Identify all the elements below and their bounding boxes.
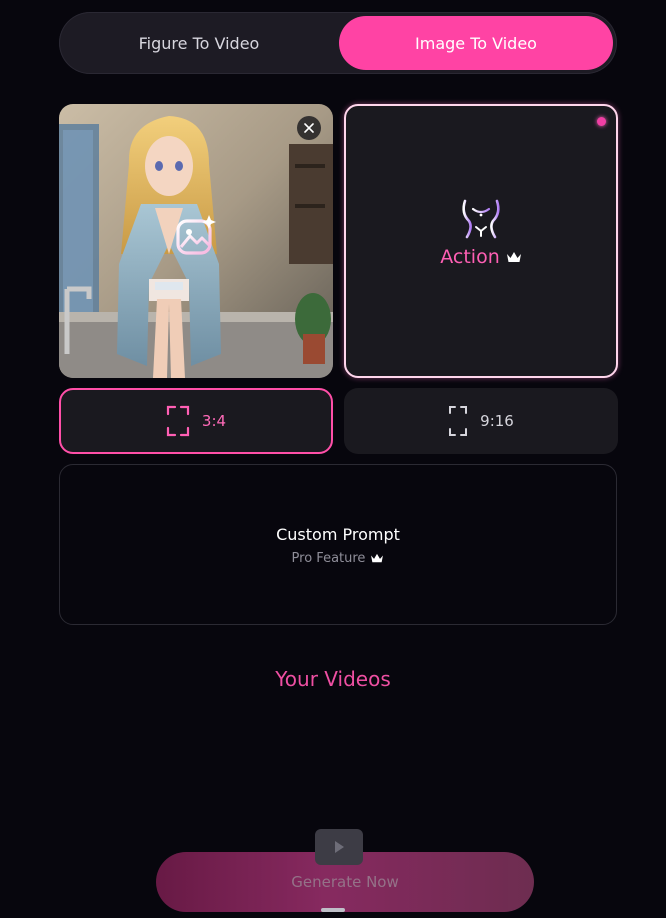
body-outline-icon [462,199,500,239]
crown-icon [506,251,521,262]
action-label-row: Action [346,246,616,268]
uploaded-image[interactable] [59,104,333,378]
close-icon [304,123,314,133]
frame-icon [449,406,468,436]
play-icon [335,841,344,853]
image-sparkle-icon [176,215,216,255]
aspect-ratio-label: 3:4 [201,412,227,430]
generate-now-label: Generate Now [291,873,399,891]
action-card[interactable]: Action [344,104,618,378]
aspect-ratio-label: 9:16 [480,412,514,430]
tab-image-to-video[interactable]: Image To Video [339,16,613,70]
pro-feature-label: Pro Feature [291,551,366,566]
aspect-ratio-9-16-button[interactable]: 9:16 [344,388,618,454]
play-button[interactable] [315,829,363,865]
custom-prompt-card[interactable]: Custom Prompt Pro Feature [59,464,617,625]
mode-switch: Figure To Video Image To Video [59,12,617,74]
home-indicator [321,908,345,912]
selected-indicator-dot [597,117,606,126]
remove-image-button[interactable] [297,116,321,140]
custom-prompt-title: Custom Prompt [276,525,400,544]
tab-figure-to-video[interactable]: Figure To Video [63,16,335,70]
frame-icon [166,405,190,437]
aspect-ratio-3-4-button[interactable]: 3:4 [59,388,333,454]
image-to-video-screen: Figure To Video Image To Video Action 3:… [0,0,666,918]
your-videos-title: Your Videos [275,667,391,691]
pro-feature-row: Pro Feature [60,551,616,566]
action-label: Action [440,246,500,268]
crown-icon [371,553,384,563]
